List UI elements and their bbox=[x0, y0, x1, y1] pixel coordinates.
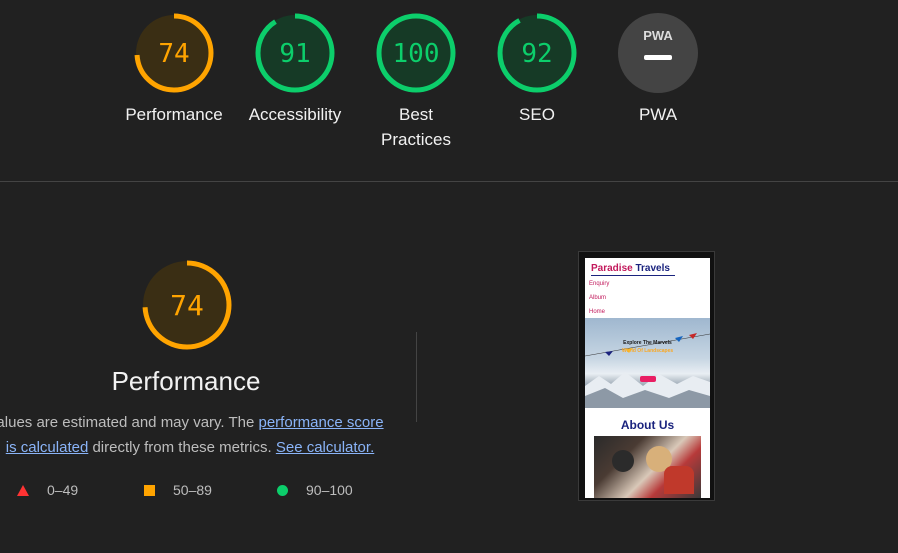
pwa-badge-icon: PWA bbox=[618, 13, 698, 93]
score-value: 92 bbox=[521, 39, 552, 69]
gauge-pwa[interactable]: PWA PWA bbox=[598, 12, 718, 127]
circle-icon bbox=[277, 484, 288, 496]
score-ring: 91 bbox=[255, 13, 335, 93]
gauge-performance[interactable]: 74 Performance bbox=[114, 12, 234, 127]
performance-title: Performance bbox=[111, 366, 261, 396]
screenshot-screen: Paradise Travels Enquiry Album Home Expl… bbox=[585, 258, 710, 498]
nav-item: Home bbox=[589, 309, 606, 315]
category-label: Performance bbox=[125, 105, 223, 124]
score-ring: 100 bbox=[376, 13, 456, 93]
legend-average: 50–89 bbox=[144, 482, 212, 498]
legend-fail: 0–49 bbox=[17, 482, 78, 498]
legend-range: 90–100 bbox=[306, 482, 353, 498]
hero-heading: Explore The Marvels bbox=[623, 340, 672, 346]
legend-range: 0–49 bbox=[47, 482, 79, 498]
legend-pass: 90–100 bbox=[277, 482, 353, 498]
category-label: SEO bbox=[519, 105, 555, 124]
mountains-graphic bbox=[585, 372, 710, 408]
nav-item: Album bbox=[589, 295, 607, 301]
score-ring: 74 bbox=[134, 13, 214, 93]
legend-range: 50–89 bbox=[173, 482, 212, 498]
about-heading: About Us bbox=[620, 418, 675, 432]
performance-score-link[interactable]: performance score bbox=[259, 414, 384, 431]
pwa-badge-text: PWA bbox=[643, 28, 673, 43]
nav-item: Enquiry bbox=[589, 281, 610, 287]
category-label: PWA bbox=[638, 105, 678, 124]
score-ring: 74 bbox=[142, 260, 232, 350]
final-screenshot[interactable]: Paradise Travels Enquiry Album Home Expl… bbox=[578, 251, 715, 501]
about-photo bbox=[594, 436, 701, 498]
site-logo: Paradise Travels bbox=[591, 263, 670, 274]
vertical-divider bbox=[416, 332, 417, 422]
logo-underline bbox=[591, 275, 675, 276]
gauge-seo[interactable]: 92 SEO bbox=[477, 12, 597, 127]
score-ring: 92 bbox=[497, 13, 577, 93]
score-value: 74 bbox=[158, 39, 189, 69]
score-value: 74 bbox=[170, 289, 204, 322]
hero-subheading: World Of Landscapes bbox=[621, 348, 674, 354]
section-divider bbox=[0, 181, 898, 182]
score-value: 100 bbox=[393, 39, 440, 69]
hero-button bbox=[640, 376, 656, 382]
category-label: Accessibility bbox=[248, 105, 342, 124]
performance-description: alues are estimated and may vary. The pe… bbox=[0, 414, 384, 456]
gauge-accessibility[interactable]: 91 Accessibility bbox=[235, 12, 355, 127]
score-value: 91 bbox=[279, 39, 310, 69]
triangle-icon bbox=[17, 484, 29, 496]
square-icon bbox=[144, 484, 155, 496]
performance-detail-gauge: 74 bbox=[141, 259, 233, 351]
gauge-best-practices[interactable]: 100 Best Practices bbox=[356, 12, 476, 152]
category-label: Best Practices bbox=[381, 105, 451, 149]
hero-image: Explore The Marvels World Of Landscapes bbox=[585, 318, 710, 408]
performance-score-link-cont[interactable]: is calculated bbox=[6, 439, 89, 456]
see-calculator-link[interactable]: See calculator. bbox=[276, 439, 374, 456]
